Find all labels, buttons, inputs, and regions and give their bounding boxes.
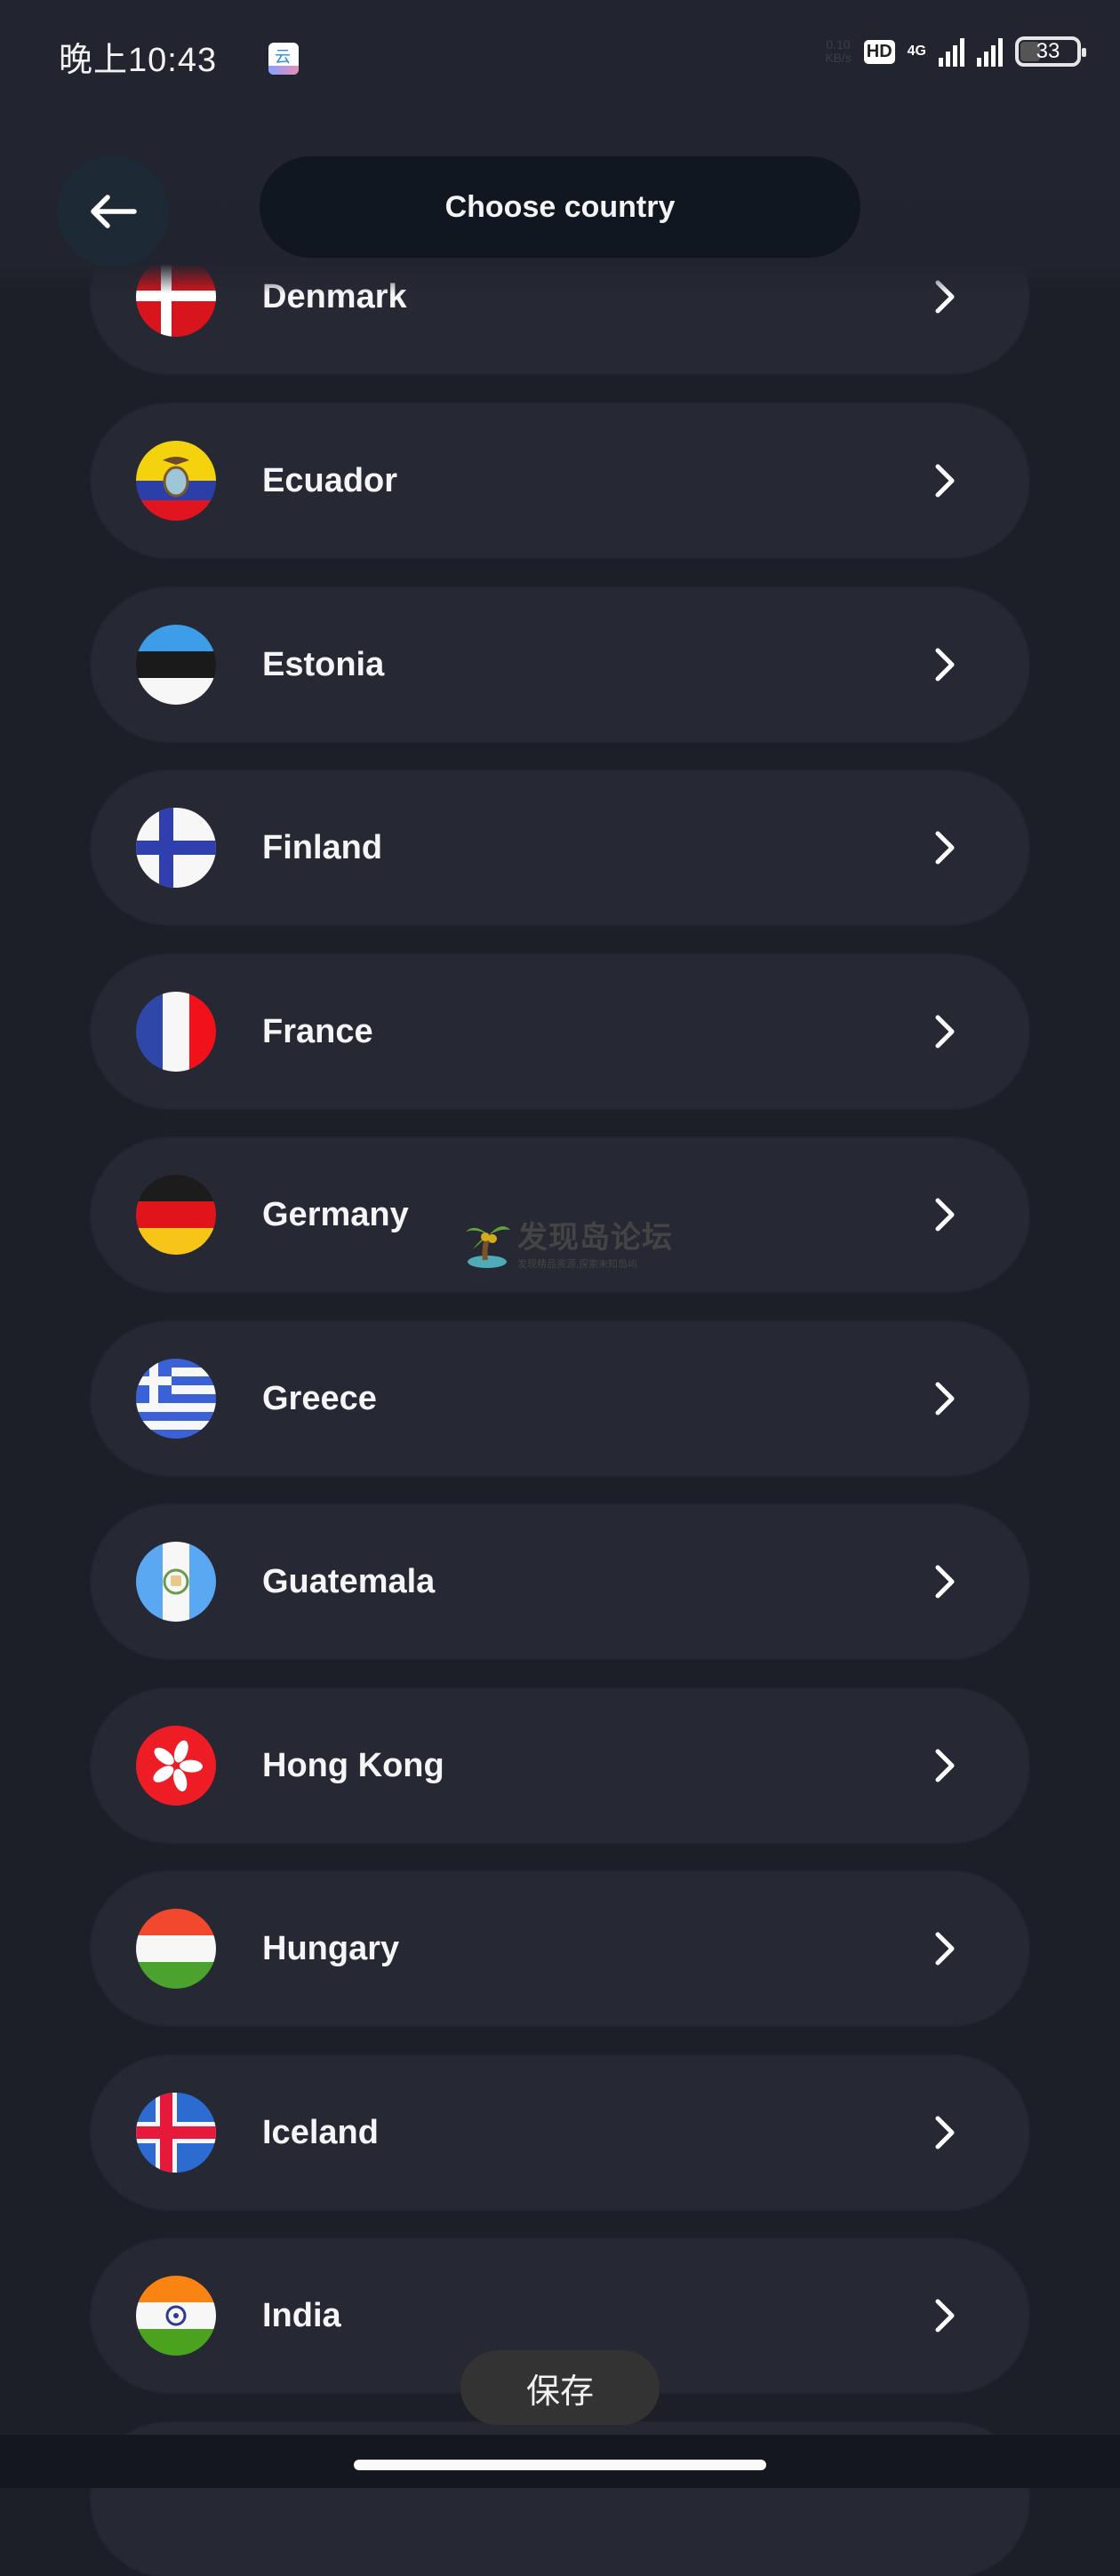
chevron-right-icon: [935, 2116, 955, 2149]
country-row-guatemala[interactable]: Guatemala: [92, 1505, 1028, 1658]
ecuador-flag-icon: [136, 441, 216, 521]
country-name: Germany: [262, 1196, 409, 1233]
chevron-right-icon: [935, 1198, 955, 1232]
hd-badge-icon: HD: [863, 39, 895, 64]
country-name: Estonia: [262, 646, 385, 683]
country-row-hungary[interactable]: Hungary: [92, 1872, 1028, 2025]
estonia-flag-icon: [136, 625, 216, 705]
chevron-right-icon: [935, 648, 955, 682]
hong-kong-flag-icon: [136, 1726, 216, 1806]
cloud-app-icon: [268, 43, 299, 75]
network-speed: 0.10 KB/s: [825, 37, 852, 65]
signal-strength-2-icon: [977, 36, 1003, 67]
country-name: Ecuador: [262, 462, 398, 499]
signal-strength-icon: [939, 36, 964, 67]
chevron-right-icon: [935, 1932, 955, 1966]
iceland-flag-icon: [136, 2093, 216, 2173]
chevron-right-icon: [935, 1749, 955, 1782]
country-name: Hungary: [262, 1930, 400, 1967]
watermark-title: 发现岛论坛: [517, 1221, 673, 1255]
save-toast: 保存: [460, 2350, 660, 2425]
chevron-right-icon: [935, 1565, 955, 1599]
hungary-flag-icon: [136, 1909, 216, 1989]
country-row-ecuador[interactable]: Ecuador: [92, 404, 1028, 557]
back-button[interactable]: [57, 156, 169, 267]
country-name: Finland: [262, 829, 383, 866]
home-indicator[interactable]: [354, 2460, 766, 2470]
arrow-left-icon: [91, 195, 137, 228]
battery-icon: 33: [1015, 36, 1086, 67]
chevron-right-icon: [935, 464, 955, 498]
country-name: Greece: [262, 1380, 377, 1417]
status-time: 晚上10:43: [59, 42, 218, 79]
chevron-right-icon: [935, 1382, 955, 1416]
france-flag-icon: [136, 992, 216, 1072]
country-row-estonia[interactable]: Estonia: [92, 588, 1028, 741]
country-row-finland[interactable]: Finland: [92, 771, 1028, 924]
status-icons: 0.10 KB/s HD 4G 33: [825, 34, 1086, 69]
finland-flag-icon: [136, 808, 216, 888]
country-name: Hong Kong: [262, 1747, 444, 1784]
guatemala-flag-icon: [136, 1542, 216, 1622]
india-flag-icon: [136, 2276, 216, 2356]
country-name: India: [262, 2297, 341, 2334]
watermark-subtitle: 发现精品资源,探索未知岛屿: [517, 1259, 638, 1270]
chevron-right-icon: [935, 1015, 955, 1049]
country-row-france[interactable]: France: [92, 955, 1028, 1108]
country-row-greece[interactable]: Greece: [92, 1322, 1028, 1475]
palm-tree-icon: [466, 1225, 510, 1268]
status-bar: 晚上10:43 0.10 KB/s HD 4G 33: [0, 0, 1120, 98]
germany-flag-icon: [136, 1175, 216, 1255]
country-name: Iceland: [262, 2114, 379, 2151]
country-name: France: [262, 1013, 373, 1050]
country-name: Guatemala: [262, 1563, 436, 1600]
page-title: Choose country: [260, 156, 860, 258]
chevron-right-icon: [935, 2299, 955, 2333]
greece-flag-icon: [136, 1359, 216, 1439]
country-row-iceland[interactable]: Iceland: [92, 2056, 1028, 2209]
chevron-right-icon: [935, 831, 955, 865]
forum-watermark: 发现岛论坛 发现精品资源,探索未知岛屿: [462, 1213, 673, 1271]
network-type: 4G: [907, 44, 926, 59]
country-row-hong-kong[interactable]: Hong Kong: [92, 1689, 1028, 1842]
